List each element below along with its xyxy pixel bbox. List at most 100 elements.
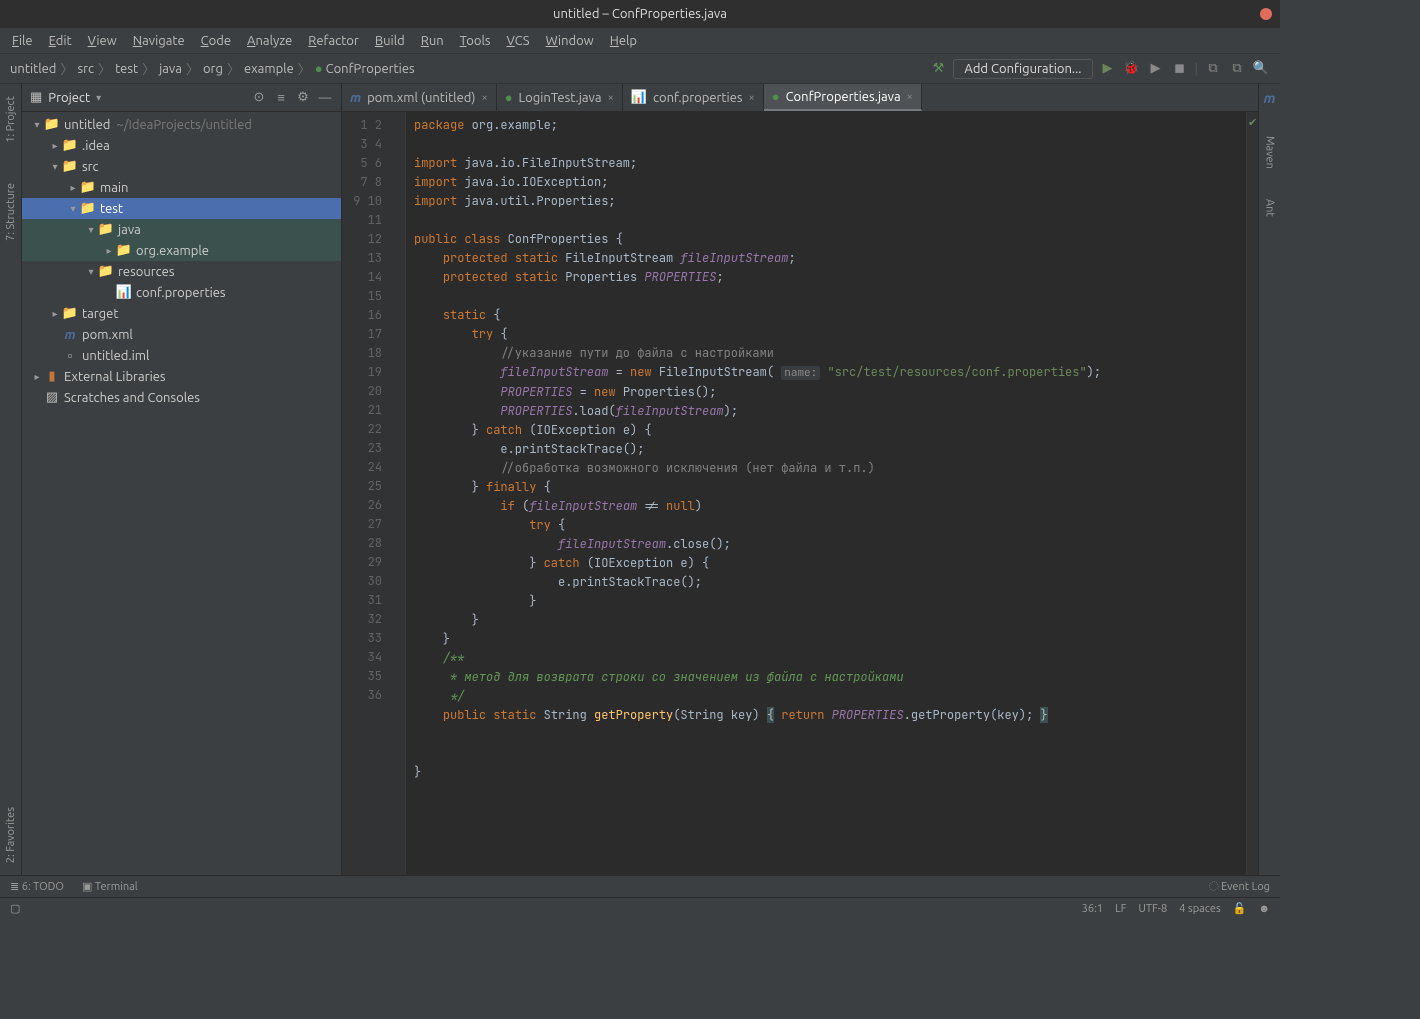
event-log-button[interactable]: ◌ Event Log [1209,881,1270,893]
tree-node-main[interactable]: ▸📁main [22,177,341,198]
breadcrumb-org[interactable]: org [203,62,223,76]
breadcrumb-java[interactable]: java [159,62,182,76]
tree-arrow-icon[interactable]: ▾ [84,224,98,236]
tree-node-pom-xml[interactable]: mpom.xml [22,324,341,345]
menu-window[interactable]: Window [540,32,600,50]
tree-arrow-icon[interactable]: ▸ [30,371,44,383]
menu-run[interactable]: Run [415,32,450,50]
close-tab-icon[interactable]: × [608,92,614,104]
build-hammer-icon[interactable]: ⚒ [929,60,947,78]
line-separator[interactable]: LF [1115,903,1126,915]
tree-arrow-icon[interactable]: ▾ [84,266,98,278]
menu-navigate[interactable]: Navigate [127,32,191,50]
left-tool----favorites[interactable]: 2: Favorites [5,807,17,863]
right-tool-ant[interactable]: Ant [1264,199,1276,217]
run-icon[interactable]: ▶ [1099,60,1117,78]
cursor-position[interactable]: 36:1 [1082,903,1103,915]
menu-code[interactable]: Code [195,32,237,50]
close-window-icon[interactable] [1260,8,1272,20]
maven-icon[interactable]: m [1264,90,1276,106]
tree-node-external-libraries[interactable]: ▸▮External Libraries [22,366,341,387]
tab-conf-properties[interactable]: 📊conf.properties× [623,84,764,111]
tree-arrow-icon[interactable]: ▾ [48,161,62,173]
indent-setting[interactable]: 4 spaces [1179,903,1221,915]
dropdown-icon[interactable]: ▾ [96,92,101,104]
update-project-icon[interactable]: ⧉ [1228,60,1246,78]
properties-file-icon: 📊 [116,285,132,300]
folder-icon: 📁 [62,306,78,321]
git-icon[interactable]: ⧉ [1204,60,1222,78]
todo-tool-button[interactable]: ≣ 6: TODO [10,880,64,893]
tree-node-scratches-and-consoles[interactable]: ▨Scratches and Consoles [22,387,341,408]
tree-label: test [100,202,123,216]
tree-node-org-example[interactable]: ▸📁org.example [22,240,341,261]
tree-arrow-icon[interactable]: ▸ [48,140,62,152]
library-icon: ▮ [44,369,60,384]
close-tab-icon[interactable]: × [907,91,913,103]
menu-edit[interactable]: Edit [43,32,78,50]
breadcrumb-untitled[interactable]: untitled [10,62,56,76]
tree-node-test[interactable]: ▾📁test [22,198,341,219]
run-config-dropdown[interactable]: Add Configuration... [953,59,1092,79]
menu-refactor[interactable]: Refactor [302,32,365,50]
tree-node-src[interactable]: ▾📁src [22,156,341,177]
folder-icon: 📁 [98,264,114,279]
menu-vcs[interactable]: VCS [501,32,536,50]
inspections-icon[interactable]: ☻ [1258,903,1270,915]
left-tool----structure[interactable]: 7: Structure [5,183,17,241]
tree-arrow-icon[interactable]: ▾ [66,203,80,215]
sidebar-header: ▦ Project ▾ ⊙ ≡ ⚙ — [22,84,341,112]
select-opened-file-icon[interactable]: ⊙ [251,90,267,105]
project-tree[interactable]: ▾📁untitled~/IdeaProjects/untitled▸📁.idea… [22,112,341,875]
tree-node--idea[interactable]: ▸📁.idea [22,135,341,156]
right-tool-maven[interactable]: Maven [1264,136,1276,169]
fold-gutter[interactable] [392,112,406,875]
debug-icon[interactable]: 🐞 [1123,60,1141,78]
menu-file[interactable]: File [6,32,39,50]
breadcrumb-example[interactable]: example [244,62,294,76]
tree-arrow-icon[interactable]: ▸ [66,182,80,194]
tree-node-target[interactable]: ▸📁target [22,303,341,324]
hide-icon[interactable]: — [317,91,333,105]
breadcrumb-src[interactable]: src [77,62,94,76]
breadcrumb-separator: 〉 [60,59,73,78]
menu-build[interactable]: Build [369,32,411,50]
tree-node-resources[interactable]: ▾📁resources [22,261,341,282]
readonly-lock-icon[interactable]: 🔓 [1233,902,1247,915]
breadcrumb-ConfProperties[interactable]: ● ConfProperties [315,61,415,76]
file-encoding[interactable]: UTF-8 [1138,903,1167,915]
menu-tools[interactable]: Tools [454,32,497,50]
coverage-icon[interactable]: ▶ [1147,60,1165,78]
left-tool----project[interactable]: 1: Project [5,96,17,143]
tree-node-java[interactable]: ▾📁java [22,219,341,240]
close-tab-icon[interactable]: × [481,92,487,104]
close-tab-icon[interactable]: × [749,92,755,104]
tree-node-untitled[interactable]: ▾📁untitled~/IdeaProjects/untitled [22,114,341,135]
menu-help[interactable]: Help [604,32,643,50]
tab-confproperties-java[interactable]: ●ConfProperties.java× [764,84,922,111]
tree-label: conf.properties [136,286,226,300]
tab-logintest-java[interactable]: ●LoginTest.java× [497,84,623,111]
tree-node-conf-properties[interactable]: 📊 conf.properties [22,282,341,303]
navbar: untitled〉src〉test〉java〉org〉example〉● Con… [0,54,1280,84]
breadcrumb: untitled〉src〉test〉java〉org〉example〉● Con… [10,59,415,78]
code-content[interactable]: package org.example; import java.io.File… [406,112,1246,875]
tree-arrow-icon[interactable]: ▸ [102,245,116,257]
folder-icon: 📁 [116,243,132,258]
breadcrumb-test[interactable]: test [115,62,138,76]
tree-arrow-icon[interactable]: ▸ [48,308,62,320]
expand-all-icon[interactable]: ≡ [273,90,289,105]
menu-analyze[interactable]: Analyze [241,32,298,50]
sidebar-title: Project [48,91,90,105]
profile-icon[interactable]: ◼ [1171,60,1189,78]
tab-pom-xml--untitled-[interactable]: mpom.xml (untitled)× [342,84,497,111]
tab-label: conf.properties [653,91,743,105]
search-everywhere-icon[interactable]: 🔍 [1252,60,1270,78]
editor-tabs: mpom.xml (untitled)×●LoginTest.java×📊con… [342,84,1258,112]
tree-node-untitled-iml[interactable]: ▫untitled.iml [22,345,341,366]
terminal-tool-button[interactable]: ▣ Terminal [82,880,138,893]
status-icon[interactable]: ▢ [10,902,20,915]
menu-view[interactable]: View [82,32,123,50]
settings-gear-icon[interactable]: ⚙ [295,90,311,105]
tree-arrow-icon[interactable]: ▾ [30,119,44,131]
